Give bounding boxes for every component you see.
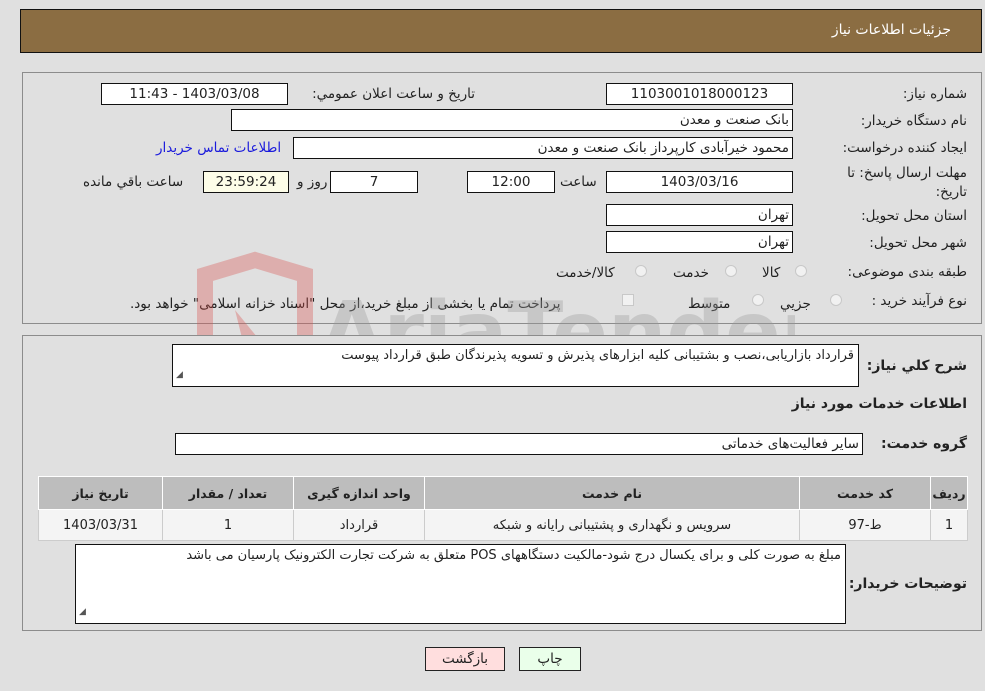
creator-field[interactable]: محمود خیرآبادی کارپرداز بانک صنعت و معدن <box>293 137 793 159</box>
process-label: نوع فرآیند خرید : <box>871 293 967 309</box>
treasury-note: پرداخت تمام یا بخشی از مبلغ خرید،از محل … <box>130 296 561 312</box>
remaining-days-field[interactable]: 7 <box>330 171 418 193</box>
table-row: 1 ط-97 سرویس و نگهداری و پشتیبانی رایانه… <box>38 509 968 541</box>
need-number-label: شماره نیاز: <box>902 86 967 102</box>
announce-date-field[interactable]: 1403/03/08 - 11:43 <box>101 83 288 105</box>
buyer-notes-text: مبلغ به صورت کلی و برای یکسال درج شود-ما… <box>186 548 841 563</box>
category-radio-goods[interactable] <box>795 265 807 277</box>
description-text: قرارداد بازاریابی،نصب و بشتیبانی کلیه اب… <box>341 348 854 363</box>
cell-unit: قرارداد <box>293 509 425 541</box>
need-number-field[interactable]: 1103001018000123 <box>606 83 793 105</box>
services-table: ردیف کد خدمت نام خدمت واحد اندازه گیری ت… <box>38 476 968 541</box>
services-table-wrap: ردیف کد خدمت نام خدمت واحد اندازه گیری ت… <box>38 476 968 541</box>
province-label: استان محل تحویل: <box>861 208 967 224</box>
back-button[interactable]: بازگشت <box>425 647 505 671</box>
print-button[interactable]: چاپ <box>519 647 581 671</box>
buyer-notes-label: توضیحات خریدار: <box>848 576 967 592</box>
cell-service-code: ط-97 <box>799 509 931 541</box>
process-option-medium: متوسط <box>688 296 731 312</box>
col-header-service-name: نام خدمت <box>424 476 800 510</box>
announce-date-label: تاریخ و ساعت اعلان عمومي: <box>312 86 475 102</box>
description-textarea[interactable]: قرارداد بازاریابی،نصب و بشتیبانی کلیه اب… <box>172 344 859 387</box>
category-label: طبقه بندی موضوعی: <box>847 264 967 280</box>
col-header-row-num: ردیف <box>930 476 968 510</box>
buyer-org-field[interactable]: بانک صنعت و معدن <box>231 109 793 131</box>
deadline-date-field[interactable]: 1403/03/16 <box>606 171 793 193</box>
remaining-time-label: ساعت باقي مانده <box>83 174 184 190</box>
resize-grip-icon[interactable]: ◢ <box>176 366 183 384</box>
col-header-quantity: تعداد / مقدار <box>162 476 294 510</box>
category-option-goods: کالا <box>762 265 781 281</box>
col-header-unit: واحد اندازه گیری <box>293 476 425 510</box>
category-radio-service[interactable] <box>725 265 737 277</box>
deadline-time-field[interactable]: 12:00 <box>467 171 555 193</box>
creator-label: ایجاد کننده درخواست: <box>842 140 967 156</box>
cell-service-name: سرویس و نگهداری و پشتیبانی رایانه و شبکه <box>424 509 800 541</box>
table-header-row: ردیف کد خدمت نام خدمت واحد اندازه گیری ت… <box>38 476 968 510</box>
service-group-field[interactable]: سایر فعالیت‌های خدماتی <box>175 433 863 455</box>
province-field[interactable]: تهران <box>606 204 793 226</box>
deadline-time-label: ساعت <box>560 174 597 190</box>
page-title: جزئیات اطلاعات نیاز <box>831 22 951 38</box>
city-field[interactable]: تهران <box>606 231 793 253</box>
page-header: جزئیات اطلاعات نیاز <box>20 9 982 53</box>
treasury-checkbox[interactable] <box>622 294 634 306</box>
cell-row-num: 1 <box>930 509 968 541</box>
buyer-org-label: نام دستگاه خریدار: <box>860 113 967 129</box>
buyer-contact-link[interactable]: اطلاعات تماس خریدار <box>156 140 281 156</box>
col-header-need-date: تاریخ نیاز <box>38 476 163 510</box>
process-radio-minor[interactable] <box>830 294 842 306</box>
process-radio-medium[interactable] <box>752 294 764 306</box>
col-header-service-code: کد خدمت <box>799 476 931 510</box>
process-option-minor: جزیي <box>780 296 811 312</box>
services-section-title: اطلاعات خدمات مورد نیاز <box>791 396 967 412</box>
cell-quantity: 1 <box>162 509 294 541</box>
buyer-notes-textarea[interactable]: مبلغ به صورت کلی و برای یکسال درج شود-ما… <box>75 544 846 624</box>
category-option-goods-service: کالا/خدمت <box>556 265 615 281</box>
category-option-service: خدمت <box>673 265 709 281</box>
remaining-time-field: 23:59:24 <box>203 171 289 193</box>
deadline-label: مهلت ارسال پاسخ: تا تاریخ: <box>847 165 967 200</box>
resize-grip-icon[interactable]: ◢ <box>79 603 86 621</box>
description-label: شرح کلي نیاز: <box>866 358 967 374</box>
city-label: شهر محل تحویل: <box>869 235 967 251</box>
category-radio-goods-service[interactable] <box>635 265 647 277</box>
service-group-label: گروه خدمت: <box>881 436 967 452</box>
days-label: روز و <box>297 174 328 190</box>
cell-need-date: 1403/03/31 <box>38 509 163 541</box>
